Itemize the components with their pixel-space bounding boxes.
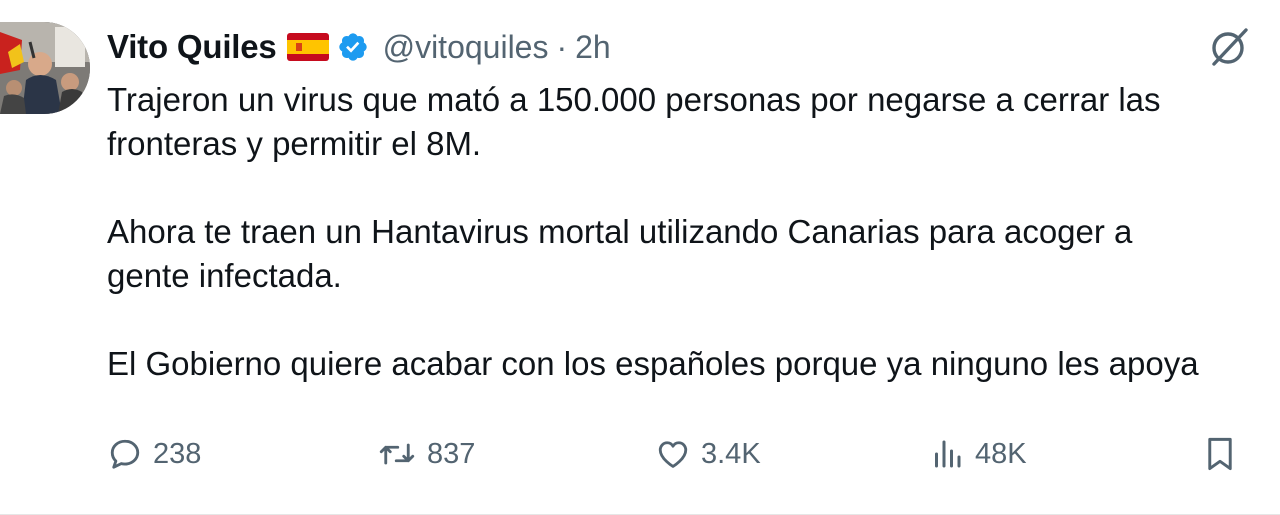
views-count: 48K	[975, 437, 1027, 470]
tweet-paragraph: El Gobierno quiere acabar con los españo…	[107, 342, 1280, 386]
tweet-text: Trajeron un virus que mató a 150.000 per…	[107, 78, 1280, 386]
like-count: 3.4K	[701, 437, 761, 470]
avatar-image	[0, 22, 90, 114]
views-icon	[935, 440, 961, 468]
verified-badge-icon	[337, 31, 369, 63]
views-button[interactable]: 48K	[929, 428, 1027, 480]
author-name[interactable]: Vito Quiles	[107, 28, 277, 66]
tweet-line: Trajeron un virus que mató a 150.000 per…	[107, 81, 1161, 118]
repost-button[interactable]: 837	[377, 428, 475, 480]
tweet-paragraph: Ahora te traen un Hantavirus mortal util…	[107, 210, 1280, 298]
repost-count: 837	[427, 437, 476, 470]
tweet-paragraph: Trajeron un virus que mató a 150.000 per…	[107, 78, 1280, 166]
author-handle[interactable]: @vitoquiles	[383, 29, 549, 66]
like-button[interactable]: 3.4K	[655, 428, 761, 480]
repost-icon	[379, 443, 415, 465]
reply-count: 238	[153, 437, 202, 470]
grok-icon[interactable]	[1208, 26, 1250, 68]
tweet-actions: 238 837 3.4K 48K	[107, 428, 1280, 480]
timestamp[interactable]: 2h	[575, 29, 611, 66]
spain-flag-icon	[286, 33, 329, 61]
tweet-line: El Gobierno quiere acabar con los españo…	[107, 345, 1199, 382]
reply-icon	[110, 439, 140, 469]
avatar[interactable]	[0, 22, 90, 114]
like-icon	[658, 441, 688, 468]
tweet-line: gente infectada.	[107, 257, 342, 294]
tweet-header: Vito Quiles @vitoquiles · 2h	[107, 22, 611, 72]
tweet-line: fronteras y permitir el 8M.	[107, 125, 482, 162]
tweet-card[interactable]: Vito Quiles @vitoquiles · 2h Trajeron un…	[0, 0, 1280, 515]
bookmark-button[interactable]	[1203, 428, 1247, 480]
bookmark-icon	[1208, 437, 1232, 471]
tweet-line: Ahora te traen un Hantavirus mortal util…	[107, 213, 1133, 250]
separator-dot: ·	[556, 28, 568, 65]
reply-button[interactable]: 238	[107, 428, 201, 480]
